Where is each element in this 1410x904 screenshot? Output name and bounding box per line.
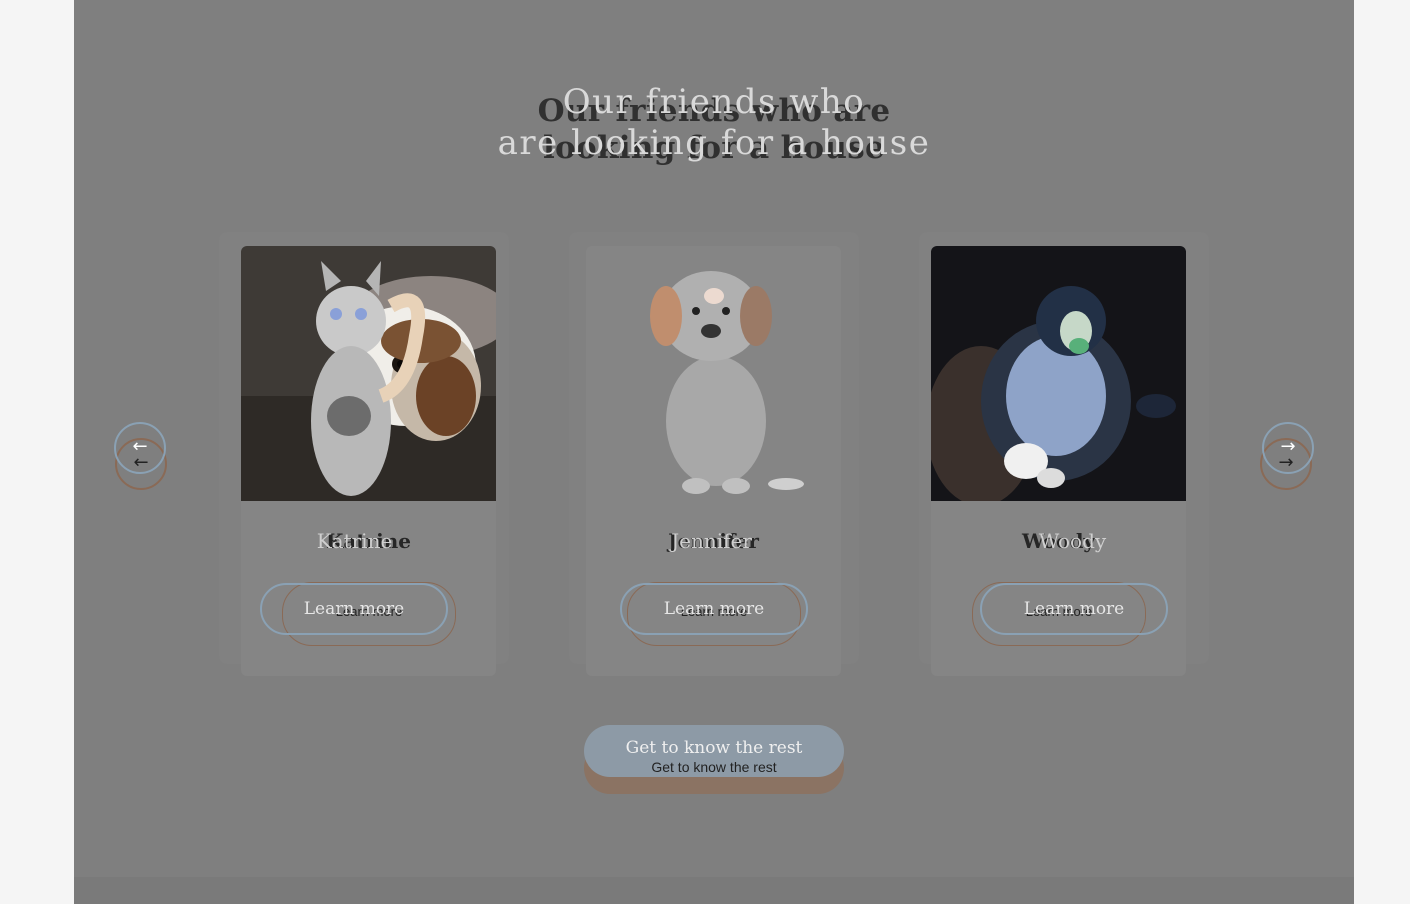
pet-photo [241,246,496,501]
prev-arrow-button-overlay[interactable]: ← [114,422,166,474]
learn-more-button-overlay[interactable]: Learn more [260,583,448,635]
footer-edge [74,877,1354,904]
puppy-photo [586,246,841,501]
learn-more-button-overlay[interactable]: Learn more [980,583,1168,635]
cta-label-overlay: Get to know the rest [625,738,803,758]
arrow-right-icon: → [1280,436,1296,457]
pet-name-overlay: Woody [1038,529,1107,553]
title-overlay-line-1: Our friends who [562,82,866,122]
next-arrow-button-overlay[interactable]: → [1262,422,1314,474]
title-overlay-line-2: are looking for a house [497,122,931,163]
pet-photo [931,246,1186,501]
pet-name-overlay: Katrine [316,529,393,553]
dog-photo [931,246,1186,501]
section-title-overlay: Our friends who are looking for a house [74,82,1354,164]
pet-photo [586,246,841,501]
learn-more-button-overlay[interactable]: Learn more [620,583,808,635]
pet-name-overlay: Jennifer [671,529,752,553]
cta-label: Get to know the rest [651,759,777,775]
cat-and-dog-photo [241,246,496,501]
arrow-left-icon: ← [132,436,148,457]
pets-section: Our friends who are looking for a house … [74,0,1354,904]
